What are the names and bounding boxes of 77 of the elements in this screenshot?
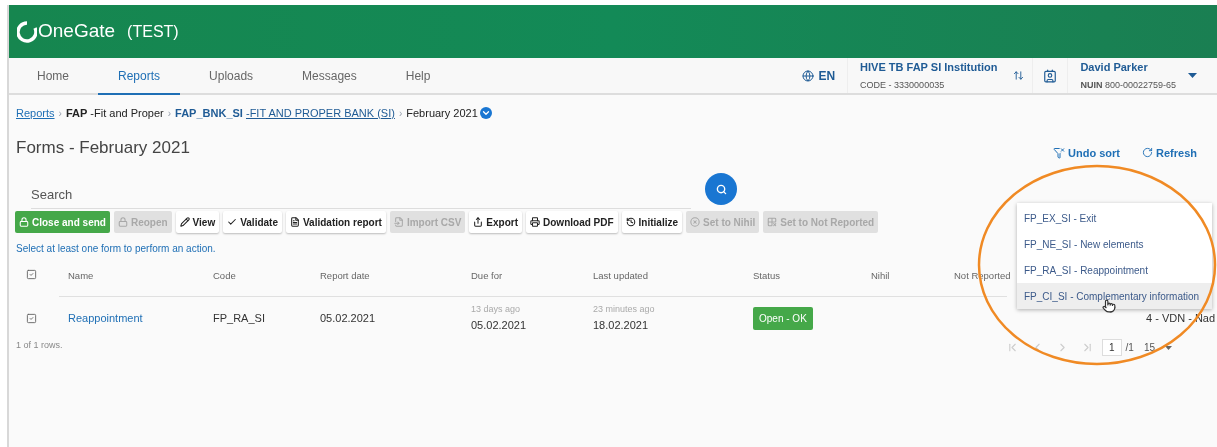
filter-clear-icon [1053, 146, 1066, 159]
column-header[interactable]: Due for [471, 269, 503, 284]
relative-time: 23 minutes ago [593, 303, 655, 317]
toolbar-button[interactable]: View [175, 211, 220, 233]
toolbar-button[interactable]: Initialize [621, 211, 683, 233]
toolbar-button[interactable]: Validate [223, 211, 282, 233]
undo-sort-button[interactable]: Undo sort [1053, 144, 1121, 161]
refresh-button[interactable]: Refresh [1142, 144, 1197, 161]
institution-name: HIVE TB FAP SI Institution [860, 60, 998, 75]
breadcrumb-current: February 2021 [406, 106, 478, 121]
globe-icon [802, 69, 815, 82]
column-header[interactable]: Last updated [593, 269, 648, 284]
refresh-icon [1142, 147, 1154, 159]
institution-code: CODE - 3330000035 [860, 78, 946, 92]
import-icon [393, 217, 404, 227]
nav-tab[interactable]: Reports [98, 58, 181, 95]
search-field[interactable]: Search [31, 181, 691, 209]
logo-icon [17, 20, 37, 43]
page-size-select[interactable]: 15 [1143, 340, 1172, 356]
dropdown-item[interactable]: FP_EX_SI - Exit [1017, 205, 1212, 231]
printer-icon [530, 217, 541, 227]
grid-x-icon [767, 217, 778, 227]
history-icon [625, 217, 636, 227]
user-card-icon[interactable] [1043, 68, 1058, 83]
nav-tab[interactable]: Home [17, 58, 89, 93]
table-cell-text: 05.02.2021 [320, 311, 376, 326]
logo-text: OneGate [38, 19, 116, 44]
page-title: Forms - February 2021 [16, 137, 190, 159]
dropdown-icon[interactable] [479, 107, 492, 120]
nav-tab[interactable]: Help [385, 58, 451, 93]
user-name: David Parker [1080, 60, 1149, 75]
pencil-icon [179, 217, 190, 227]
hint-text: Select at least one form to perform an action. [16, 242, 216, 256]
lock-icon [117, 217, 128, 227]
status-badge: Open - OK [753, 306, 813, 330]
breadcrumb-link[interactable]: Reports [16, 105, 55, 122]
switch-icon[interactable] [1013, 70, 1025, 81]
x-circle-icon [690, 217, 701, 227]
user-id: NUIN 800-00022759-65 [1080, 78, 1176, 92]
column-header[interactable]: Report date [320, 269, 370, 284]
export-icon [473, 217, 484, 227]
column-header[interactable]: Code [213, 269, 236, 284]
column-header[interactable]: Nihil [871, 269, 890, 284]
table-cell-text: 18.02.2021 [593, 317, 649, 333]
table-cell-text: 05.02.2021 [471, 317, 527, 333]
breadcrumb-separator: › [398, 106, 403, 121]
page-field[interactable]: 1 [1101, 339, 1122, 357]
search-button[interactable] [705, 173, 737, 205]
caret-icon[interactable] [1188, 73, 1197, 78]
nav-tab[interactable]: Uploads [189, 58, 274, 93]
toolbar-button[interactable]: Export [469, 211, 523, 233]
environment-label: (TEST) [127, 21, 179, 42]
breadcrumb-separator: › [167, 106, 172, 121]
row-count: 1 of 1 rows. [16, 339, 63, 352]
column-header[interactable]: Name [68, 269, 94, 284]
breadcrumb-item: FAP -Fit and Proper [65, 106, 164, 121]
check-icon [227, 217, 238, 227]
dropdown-item[interactable]: FP_CI_SI - Complementary information [1017, 283, 1212, 309]
select-all-checkbox[interactable] [26, 269, 37, 280]
row-checkbox[interactable] [26, 312, 37, 324]
lock-icon [19, 217, 29, 227]
breadcrumb-item[interactable]: FAP_BNK_SI -FIT AND PROPER BANK (SI) [175, 105, 395, 122]
relative-time: 13 days ago [471, 303, 521, 317]
language-button[interactable]: EN [790, 58, 848, 93]
breadcrumb-separator: › [58, 106, 62, 121]
document-icon [290, 217, 300, 227]
caret-icon [1165, 345, 1172, 350]
search-icon [715, 183, 727, 195]
toolbar-button[interactable]: Validation report [286, 211, 386, 233]
column-header[interactable]: Status [753, 269, 780, 284]
table-cell-text: FP_RA_SI [213, 311, 265, 326]
dropdown-item[interactable]: FP_RA_SI - Reappointment [1017, 257, 1212, 283]
nav-tab[interactable]: Messages [282, 58, 377, 93]
page-total: /1 [1125, 341, 1134, 356]
dropdown-item[interactable]: FP_NE_SI - New elements [1017, 231, 1212, 257]
toolbar-button[interactable]: Download PDF [526, 211, 618, 233]
form-name-link[interactable]: Reappointment [68, 310, 143, 327]
